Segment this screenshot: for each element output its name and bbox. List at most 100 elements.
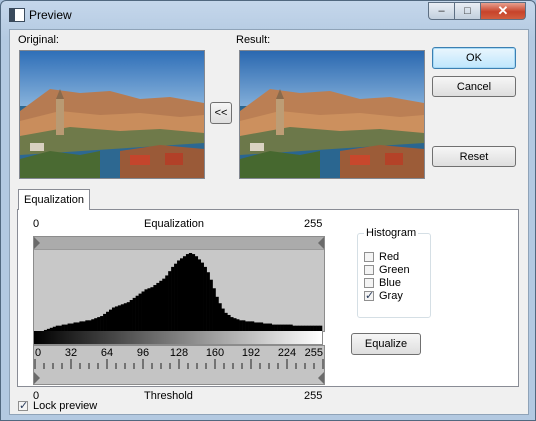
histogram-bar — [185, 254, 190, 331]
threshold-label: Threshold — [144, 390, 193, 402]
histogram-bar — [109, 309, 113, 331]
scale-tick-label: 128 — [170, 347, 188, 359]
histogram-bar — [182, 256, 187, 331]
histogram-bar — [94, 318, 98, 331]
histogram-bar — [120, 304, 125, 331]
histogram-bar — [177, 260, 181, 331]
histogram-bar — [141, 291, 145, 331]
title-bar[interactable]: Preview – □ ✕ — [1, 1, 535, 29]
histogram-bar — [111, 307, 116, 331]
channel-green-box[interactable] — [364, 265, 374, 275]
maximize-button[interactable]: □ — [454, 2, 481, 20]
histogram-bar — [123, 303, 128, 331]
histogram-bar — [253, 322, 258, 331]
scale-tick-label: 0 — [35, 347, 41, 359]
histogram-bar — [132, 297, 136, 331]
histogram-bar — [227, 314, 231, 331]
cancel-button-label: Cancel — [456, 80, 492, 93]
maximize-icon: □ — [464, 5, 471, 17]
histogram-bar — [239, 320, 243, 331]
histogram-bar — [129, 300, 133, 331]
histogram-bar — [100, 316, 104, 331]
histogram-bar — [242, 320, 246, 331]
histogram-bar — [85, 320, 89, 331]
histogram-bar — [156, 282, 160, 331]
channel-gray-box[interactable] — [364, 289, 374, 302]
lock-preview-label: Lock preview — [33, 400, 98, 412]
threshold-scale[interactable]: 0 32 64 96 128 160 192 224 255 — [33, 345, 325, 385]
histogram-bar — [233, 318, 237, 331]
histogram-bar — [126, 302, 131, 331]
histogram-bar — [265, 323, 270, 331]
histogram-bar — [262, 323, 267, 331]
channel-blue-box[interactable] — [364, 278, 374, 288]
histogram-bar — [221, 308, 225, 331]
histogram-group-title: Histogram — [364, 227, 419, 239]
histogram-bar — [150, 287, 154, 331]
histogram-bar — [168, 271, 172, 331]
histogram-bar — [174, 263, 178, 331]
minimize-button[interactable]: – — [428, 2, 455, 20]
cancel-button[interactable]: Cancel — [432, 76, 516, 97]
histogram-bar — [200, 262, 204, 331]
histogram-bar — [70, 323, 74, 331]
histogram-bar — [245, 321, 249, 331]
equalize-button[interactable]: Equalize — [351, 333, 421, 355]
result-preview-image — [239, 50, 425, 179]
channel-gray-checkbox[interactable]: Gray — [364, 289, 403, 302]
histogram-bar — [203, 266, 207, 331]
copy-to-original-label: << — [214, 107, 228, 119]
threshold-high-handle[interactable] — [318, 372, 324, 384]
histogram-bar — [256, 322, 261, 331]
channel-red-label: Red — [379, 251, 400, 263]
histogram-bar — [159, 280, 163, 331]
histogram-bar — [91, 319, 95, 331]
channel-blue-checkbox[interactable]: Blue — [364, 277, 401, 289]
scale-tick-label: 192 — [242, 347, 260, 359]
channel-red-checkbox[interactable]: Red — [364, 251, 399, 263]
histogram-bar — [224, 312, 228, 331]
app-icon — [9, 8, 25, 22]
histogram-bar — [67, 323, 71, 331]
lock-preview-checkbox[interactable]: Lock preview — [18, 399, 98, 412]
histogram-bar — [206, 272, 210, 331]
window-title: Preview — [29, 8, 72, 22]
original-preview-image — [19, 50, 205, 179]
equalization-panel: 0 Equalization 255 0 32 64 96 128 160 192 224 25… — [17, 209, 519, 402]
tab-equalization-label: Equalization — [24, 194, 84, 206]
close-button[interactable]: ✕ — [480, 2, 526, 20]
histogram-bar — [117, 305, 122, 331]
threshold-low-handle[interactable] — [34, 372, 40, 384]
original-label: Original: — [18, 34, 59, 46]
histogram-bar — [88, 320, 92, 331]
histogram-bar — [230, 317, 234, 331]
histogram-bar — [135, 295, 139, 331]
scale-tick-label: 32 — [65, 347, 77, 359]
lock-preview-box[interactable] — [18, 399, 28, 412]
scale-tick-label: 255 — [305, 347, 323, 359]
histogram-bar — [259, 322, 264, 331]
channel-red-box[interactable] — [364, 252, 374, 262]
equalize-button-label: Equalize — [364, 338, 408, 350]
histogram-bar — [73, 322, 77, 331]
histogram-bar — [144, 289, 148, 331]
histogram-bar — [191, 254, 196, 331]
tab-equalization[interactable]: Equalization — [18, 189, 90, 210]
channel-gray-label: Gray — [379, 290, 403, 302]
histogram-bar — [215, 296, 219, 331]
histogram-bar — [162, 278, 166, 331]
histogram-bar — [209, 279, 213, 331]
ok-button[interactable]: OK — [432, 47, 516, 69]
histogram-bar — [248, 321, 252, 331]
close-icon: ✕ — [497, 3, 509, 18]
channel-green-checkbox[interactable]: Green — [364, 264, 410, 276]
histogram-bar — [114, 306, 119, 331]
copy-to-original-button[interactable]: << — [210, 102, 232, 124]
histogram-bar — [165, 275, 169, 331]
dialog-client-area: Original: Result: << OK Cancel Reset Equ… — [9, 29, 529, 415]
reset-button[interactable]: Reset — [432, 146, 516, 167]
histogram-bar — [218, 303, 222, 331]
histogram-bar — [97, 317, 101, 331]
histogram-bar — [268, 323, 273, 331]
histogram-bar — [171, 266, 175, 331]
